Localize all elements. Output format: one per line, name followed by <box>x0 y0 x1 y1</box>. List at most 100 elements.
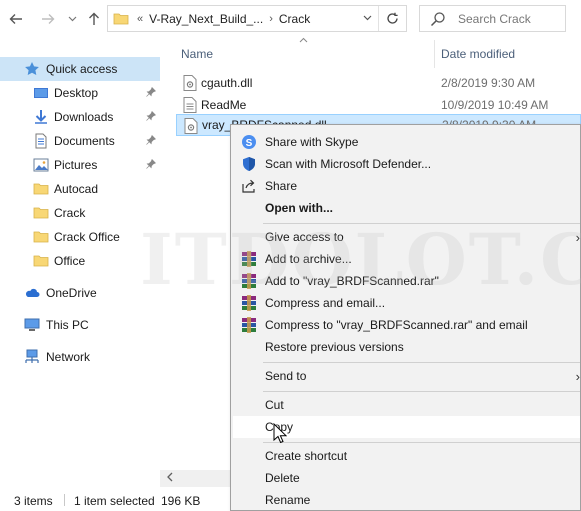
menu-item-cut[interactable]: Cut <box>233 394 580 416</box>
folder-icon <box>33 253 49 269</box>
nav-item-crack[interactable]: Crack <box>0 201 160 225</box>
winrar-icon <box>242 273 256 289</box>
sort-caret-icon <box>299 35 308 45</box>
svg-text:S: S <box>246 138 253 149</box>
winrar-icon <box>242 317 256 333</box>
status-size: 196 KB <box>161 494 201 508</box>
desktop-icon <box>33 85 49 101</box>
menu-item-rename[interactable]: Rename <box>233 489 580 510</box>
file-name: cgauth.dll <box>201 76 253 90</box>
nav-item-pictures[interactable]: Pictures <box>0 153 160 177</box>
scroll-left-icon[interactable] <box>167 472 173 485</box>
horizontal-scrollbar[interactable] <box>160 470 232 487</box>
menu-item-share-skype[interactable]: S Share with Skype <box>233 131 580 153</box>
menu-item-add-to-rar[interactable]: Add to "vray_BRDFScanned.rar" <box>233 270 580 292</box>
address-bar[interactable]: « V-Ray_Next_Build_... › Crack <box>107 5 407 32</box>
nav-item-label: Pictures <box>54 158 98 172</box>
up-button[interactable] <box>84 9 104 29</box>
nav-item-quick-access[interactable]: Quick access <box>0 57 160 81</box>
nav-item-network[interactable]: Network <box>0 345 160 369</box>
nav-item-autocad[interactable]: Autocad <box>0 177 160 201</box>
breadcrumb-separator[interactable]: › <box>269 13 273 25</box>
computer-icon <box>24 317 40 333</box>
arrow-left-icon <box>9 14 22 24</box>
forward-button[interactable] <box>38 9 58 29</box>
defender-shield-icon <box>243 157 255 171</box>
menu-item-label: Cut <box>265 398 284 412</box>
submenu-arrow-icon: › <box>575 368 580 384</box>
nav-item-label: Crack <box>54 206 86 220</box>
menu-item-send-to[interactable]: Send to › <box>233 365 580 387</box>
submenu-arrow-icon: › <box>575 229 580 245</box>
folder-icon <box>33 181 49 197</box>
nav-item-label: Office <box>54 254 86 268</box>
nav-item-label: Documents <box>54 134 115 148</box>
column-header-date[interactable]: Date modified <box>441 42 515 66</box>
file-row[interactable]: ReadMe 10/9/2019 10:49 AM <box>176 94 581 116</box>
recent-locations-button[interactable] <box>62 9 82 29</box>
status-item-count: 3 items <box>14 494 53 508</box>
menu-item-compress-to-rar-email[interactable]: Compress to "vray_BRDFScanned.rar" and e… <box>233 314 580 336</box>
nav-item-crack-office[interactable]: Crack Office <box>0 225 160 249</box>
nav-item-this-pc[interactable]: This PC <box>0 313 160 337</box>
nav-item-documents[interactable]: Documents <box>0 129 160 153</box>
menu-item-label: Create shortcut <box>265 449 348 463</box>
menu-item-label: Restore previous versions <box>265 340 404 354</box>
menu-item-label: Rename <box>265 493 311 507</box>
refresh-button[interactable] <box>378 6 406 31</box>
nav-item-label: OneDrive <box>46 286 97 300</box>
nav-item-label: Desktop <box>54 86 99 100</box>
column-divider[interactable] <box>434 40 435 68</box>
status-divider <box>64 494 65 506</box>
star-icon <box>24 61 40 77</box>
address-dropdown[interactable] <box>363 12 372 24</box>
nav-item-label: Network <box>46 350 91 364</box>
back-button[interactable] <box>6 9 26 29</box>
nav-item-office[interactable]: Office <box>0 249 160 273</box>
arrow-right-icon <box>42 14 55 24</box>
menu-item-label: Share <box>265 179 298 193</box>
menu-item-share[interactable]: Share <box>233 175 580 197</box>
menu-item-add-to-archive[interactable]: Add to archive... <box>233 248 580 270</box>
menu-item-compress-email[interactable]: Compress and email... <box>233 292 580 314</box>
navigation-pane: Quick access Desktop Downloads Documents <box>0 38 160 486</box>
pin-icon[interactable] <box>146 86 157 100</box>
menu-item-label: Add to archive... <box>265 252 352 266</box>
column-header-name[interactable]: Name <box>181 42 213 66</box>
folder-icon <box>33 229 49 245</box>
nav-item-downloads[interactable]: Downloads <box>0 105 160 129</box>
dll-file-icon <box>184 118 198 134</box>
context-menu: S Share with Skype Scan with Microsoft D… <box>230 124 581 511</box>
file-name: ReadMe <box>201 98 247 112</box>
chevron-down-icon <box>68 16 76 22</box>
menu-item-label: Open with... <box>265 201 333 215</box>
file-row[interactable]: cgauth.dll 2/8/2019 9:30 AM <box>176 72 581 94</box>
menu-item-label: Give access to <box>265 230 344 244</box>
menu-item-restore-versions[interactable]: Restore previous versions <box>233 336 580 358</box>
breadcrumb-vray[interactable]: V-Ray_Next_Build_... <box>149 12 263 26</box>
pin-icon[interactable] <box>146 158 157 172</box>
breadcrumb-crack[interactable]: Crack <box>279 12 310 26</box>
menu-item-scan-defender[interactable]: Scan with Microsoft Defender... <box>233 153 580 175</box>
menu-item-label: Add to "vray_BRDFScanned.rar" <box>265 274 439 288</box>
nav-item-desktop[interactable]: Desktop <box>0 81 160 105</box>
path-overflow[interactable]: « <box>137 13 143 25</box>
mouse-cursor-icon <box>273 423 287 444</box>
menu-item-delete[interactable]: Delete <box>233 467 580 489</box>
menu-item-give-access[interactable]: Give access to › <box>233 226 580 248</box>
menu-item-create-shortcut[interactable]: Create shortcut <box>233 445 580 467</box>
cloud-icon <box>24 285 40 301</box>
nav-item-onedrive[interactable]: OneDrive <box>0 281 160 305</box>
menu-item-open-with[interactable]: Open with... <box>233 197 580 219</box>
search-input[interactable] <box>458 11 558 26</box>
folder-icon <box>113 13 129 24</box>
menu-item-label: Scan with Microsoft Defender... <box>265 157 432 171</box>
download-icon <box>33 109 49 125</box>
folder-icon <box>33 205 49 221</box>
search-box[interactable] <box>419 5 566 32</box>
file-date: 2/8/2019 9:30 AM <box>441 76 536 90</box>
refresh-icon <box>387 12 398 24</box>
pictures-icon <box>33 157 49 173</box>
pin-icon[interactable] <box>146 134 157 148</box>
pin-icon[interactable] <box>146 110 157 124</box>
